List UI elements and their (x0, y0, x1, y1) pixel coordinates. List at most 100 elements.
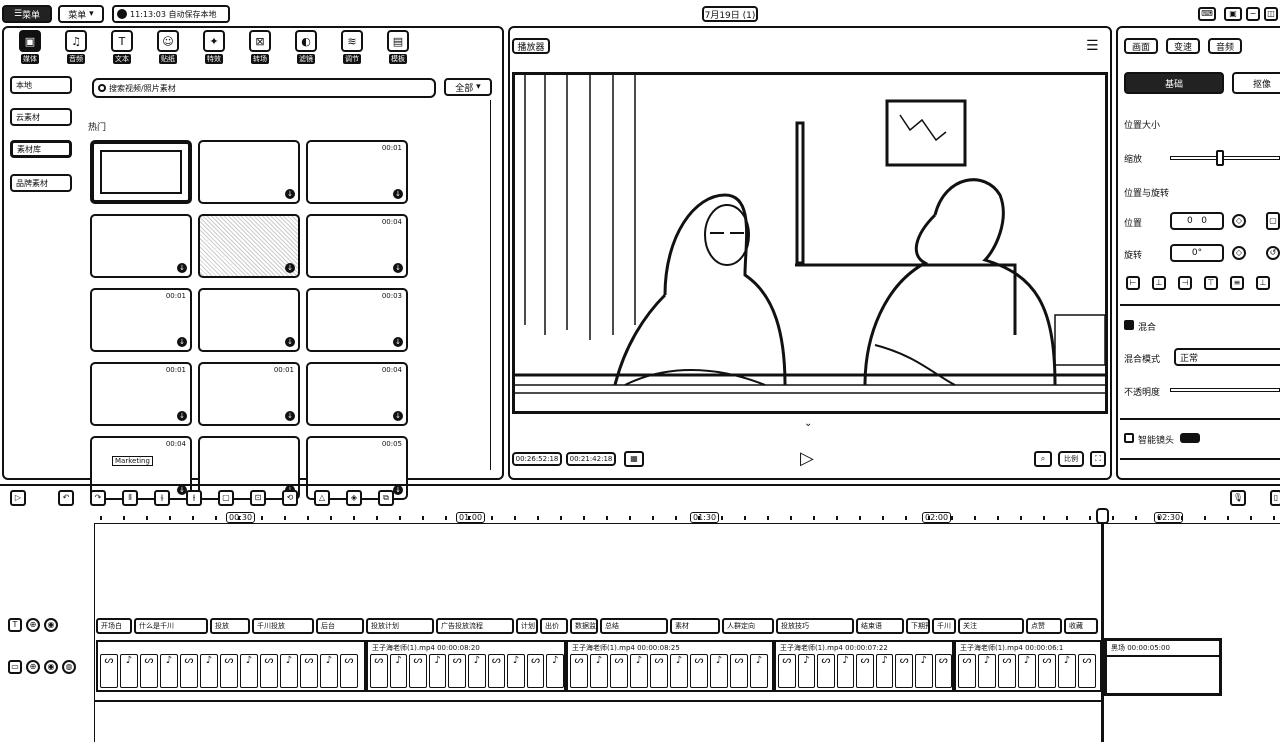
blend-checkbox[interactable] (1124, 320, 1134, 330)
rotation-input[interactable]: 0° (1170, 244, 1224, 262)
rotation-reset-icon[interactable]: ↺ (1266, 246, 1280, 260)
text-track-icon[interactable]: T (8, 618, 22, 632)
media-tile-fridge[interactable]: 00:01 ↓ (90, 362, 192, 426)
menu-button[interactable]: ☰ 菜单 (2, 5, 52, 23)
fullscreen-icon[interactable]: ⛶ (1090, 451, 1106, 467)
subtitle-clip[interactable]: 出价 (540, 618, 568, 634)
scrub-handle-icon[interactable]: ⌄ (804, 418, 812, 429)
media-tile-gear-coin[interactable]: 00:01 ↓ (198, 362, 300, 426)
media-tab-5[interactable]: ⊠ 转场 (240, 30, 280, 72)
video-clip[interactable]: 王子海老师(1).mp4 00:00:08:20 ᔕ ♪ ᔕ ♪ ᔕ ♪ ᔕ ♪ ᔕ ♪ (366, 640, 566, 692)
video-track-icon[interactable]: ▭ (8, 660, 22, 674)
download-icon[interactable]: ↓ (177, 263, 187, 273)
crop-icon[interactable]: ⊡ (250, 490, 266, 506)
rotation-keyframe-icon[interactable]: ◇ (1232, 246, 1246, 260)
inspector-tab-2[interactable]: 音频 (1208, 38, 1242, 54)
media-tile-texture[interactable]: ↓ (198, 214, 300, 278)
subtitle-clip[interactable]: 投放技巧 (776, 618, 854, 634)
subtitle-clip[interactable]: 下期预告 (906, 618, 930, 634)
subtitle-clip[interactable]: 千川 (932, 618, 956, 634)
subtitle-clip[interactable]: 投放计划 (366, 618, 434, 634)
opacity-slider-track[interactable] (1170, 388, 1280, 392)
minimize-icon[interactable]: − (1246, 7, 1260, 21)
subtitle-clip[interactable]: 广告投放流程 (436, 618, 514, 634)
subtitle-clip[interactable]: 素材 (670, 618, 720, 634)
subtitle-clip[interactable]: 点赞 (1026, 618, 1062, 634)
download-icon[interactable]: ↓ (285, 337, 295, 347)
download-icon[interactable]: ↓ (285, 189, 295, 199)
play-icon[interactable]: ▷ (800, 448, 814, 469)
player-menu-icon[interactable]: ☰ (1086, 38, 1099, 54)
project-title[interactable]: 7月19日 (1) (702, 6, 758, 22)
microphone-icon[interactable]: 🎙 (1230, 490, 1246, 506)
media-tile-later-sticker[interactable]: 00:01 ↓ (90, 288, 192, 352)
media-tile-man-portrait[interactable]: ↓ (90, 214, 192, 278)
download-icon[interactable]: ↓ (177, 411, 187, 421)
media-tile-twenty-four-hours-later[interactable]: ↓ (198, 288, 300, 352)
playhead-handle[interactable] (1096, 508, 1109, 524)
download-icon[interactable]: ↓ (285, 263, 295, 273)
download-icon[interactable]: ↓ (393, 485, 403, 495)
media-tile-white-frame[interactable]: ↓ (198, 140, 300, 204)
layout-icon[interactable]: ▣ (1224, 7, 1242, 21)
eye-icon[interactable]: ◉ (44, 618, 58, 632)
download-icon[interactable]: ↓ (393, 411, 403, 421)
position-x-input[interactable]: 0 0 (1170, 212, 1224, 230)
media-tab-1[interactable]: ♫ 音频 (56, 30, 96, 72)
scale-slider-handle[interactable] (1216, 150, 1224, 166)
media-tab-2[interactable]: T 文本 (102, 30, 142, 72)
subtab-basic[interactable]: 基础 (1124, 72, 1224, 94)
subtitle-clip[interactable]: 开场白 (96, 618, 132, 634)
split-left-icon[interactable]: ⫳ (154, 490, 170, 506)
media-tab-6[interactable]: ◐ 滤镜 (286, 30, 326, 72)
redo-icon[interactable]: ↷ (90, 490, 106, 506)
zoom-icon[interactable]: ⌕ (1034, 451, 1052, 467)
align-bottom-icon[interactable]: ⊥ (1256, 276, 1270, 290)
video-clip[interactable]: 王子海老师(1).mp4 00:00:07:22 ᔕ ♪ ᔕ ♪ ᔕ ♪ ᔕ ♪ ᔕ (774, 640, 954, 692)
download-icon[interactable]: ↓ (177, 337, 187, 347)
video-clip[interactable]: 王子海老师(1).mp4 00:00:08:25 ᔕ ♪ ᔕ ♪ ᔕ ♪ ᔕ ♪ ᔕ ♪ (566, 640, 774, 692)
align-right-icon[interactable]: ⊣ (1178, 276, 1192, 290)
restore-icon[interactable]: ◫ (1264, 7, 1278, 21)
media-tile-cartoon-heads[interactable]: 00:04 ↓ (306, 214, 408, 278)
subtitle-clip[interactable]: 收藏 (1064, 618, 1098, 634)
subtitle-clip[interactable]: 计划 (516, 618, 538, 634)
split-icon[interactable]: ⫴ (122, 490, 138, 506)
subtitle-clip[interactable]: 千川投放 (252, 618, 314, 634)
download-icon[interactable]: ↓ (393, 189, 403, 199)
timeline-zoom-icon[interactable]: ▯ (1270, 490, 1280, 506)
download-icon[interactable]: ↓ (393, 263, 403, 273)
sidebar-item-2[interactable]: 素材库 (10, 140, 72, 158)
select-tool-icon[interactable]: ▷ (10, 490, 26, 506)
playhead-line[interactable] (1101, 512, 1104, 742)
media-tab-8[interactable]: ▤ 模板 (378, 30, 418, 72)
position-extra-icon[interactable]: ▢ (1266, 212, 1280, 230)
ratio-button[interactable]: 比例 (1058, 451, 1084, 467)
mute-icon[interactable]: ◍ (62, 660, 76, 674)
align-left-icon[interactable]: ⊢ (1126, 276, 1140, 290)
inspector-tab-0[interactable]: 画面 (1124, 38, 1158, 54)
sidebar-item-1[interactable]: 云素材 (10, 108, 72, 126)
lock-icon-2[interactable]: ⊕ (26, 660, 40, 674)
lock-icon[interactable]: ⊕ (26, 618, 40, 632)
media-tab-4[interactable]: ✦ 特效 (194, 30, 234, 72)
align-top-icon[interactable]: ⊤ (1204, 276, 1218, 290)
filter-dropdown[interactable]: 全部 ▾ (444, 78, 492, 96)
reverse-icon[interactable]: ⟲ (282, 490, 298, 506)
subtitle-clip[interactable]: 后台 (316, 618, 364, 634)
subtitle-clip[interactable]: 投放 (210, 618, 250, 634)
media-tab-0[interactable]: ▣ 媒体 (10, 30, 50, 72)
subtitle-clip[interactable]: 总结 (600, 618, 668, 634)
media-tile-keyboard[interactable]: 00:04 ↓ (306, 362, 408, 426)
smart-checkbox[interactable] (1124, 433, 1134, 443)
sidebar-item-3[interactable]: 品牌素材 (10, 174, 72, 192)
rotate-icon[interactable]: ⧉ (378, 490, 394, 506)
freeze-icon[interactable]: △ (314, 490, 330, 506)
grid-icon[interactable]: ▦ (624, 451, 644, 467)
undo-icon[interactable]: ↶ (58, 490, 74, 506)
subtitle-clip[interactable]: 结束语 (856, 618, 904, 634)
keyboard-icon[interactable]: ⌨ (1198, 7, 1216, 21)
inspector-tab-1[interactable]: 变速 (1166, 38, 1200, 54)
selected-clip[interactable]: 黑场 00:00:05:00 (1104, 638, 1222, 696)
library-scrollbar[interactable] (490, 100, 496, 470)
